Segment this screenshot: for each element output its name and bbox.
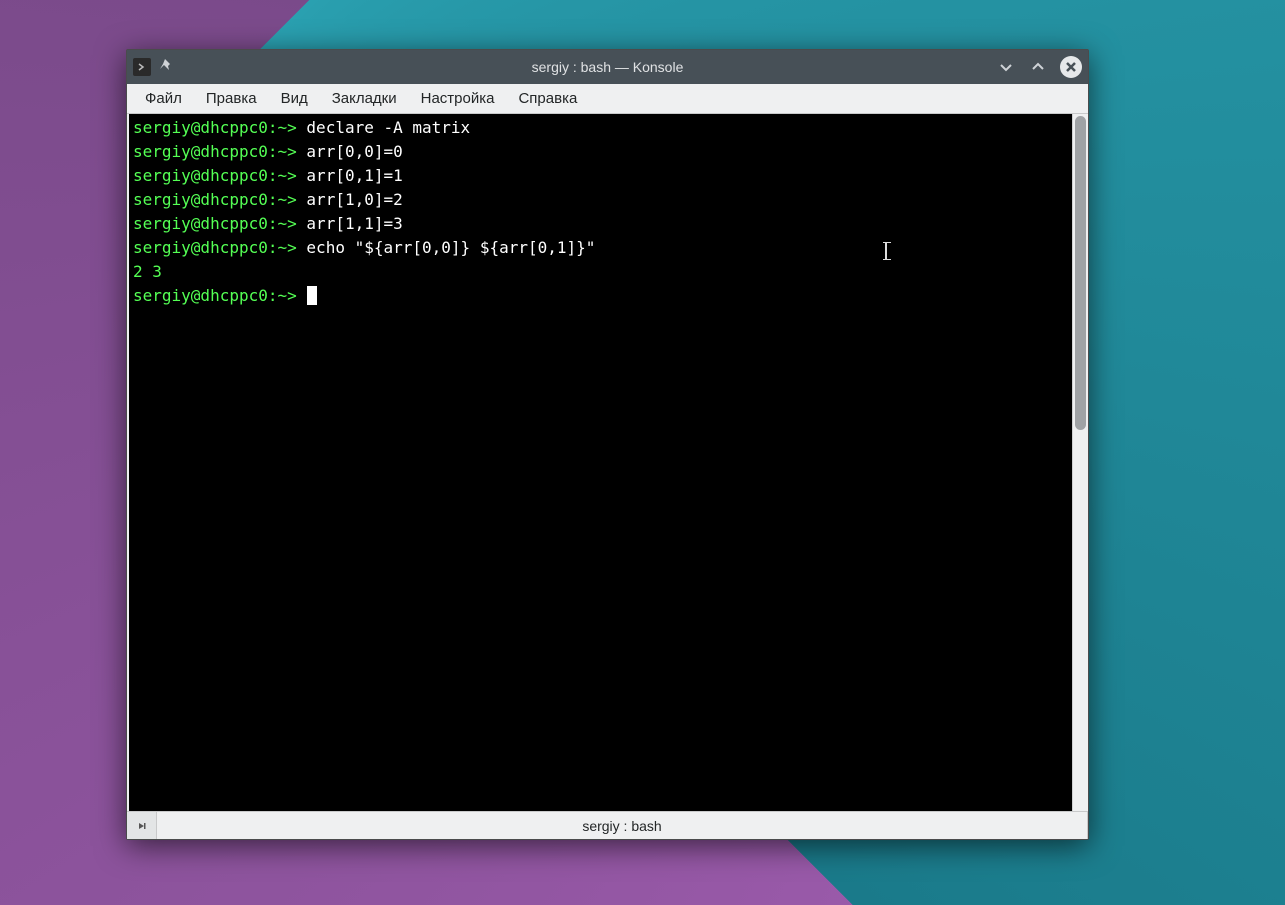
titlebar[interactable]: sergiy : bash — Konsole — [127, 50, 1088, 84]
menu-view[interactable]: Вид — [271, 86, 318, 111]
terminal-output[interactable]: sergiy@dhcppc0:~> declare -A matrixsergi… — [129, 114, 1072, 811]
pin-icon[interactable] — [159, 58, 175, 77]
window-title: sergiy : bash — Konsole — [223, 59, 992, 75]
minimize-button[interactable] — [996, 57, 1016, 77]
menu-bookmarks[interactable]: Закладки — [322, 86, 407, 111]
app-menu-icon[interactable] — [133, 58, 151, 76]
scrollbar[interactable] — [1072, 114, 1088, 811]
desktop-wallpaper: sergiy : bash — Konsole Файл Правка Вид … — [0, 0, 1285, 905]
new-tab-button[interactable] — [127, 812, 157, 839]
maximize-button[interactable] — [1028, 57, 1048, 77]
menu-help[interactable]: Справка — [508, 86, 587, 111]
close-button[interactable] — [1060, 56, 1082, 78]
menu-settings[interactable]: Настройка — [411, 86, 505, 111]
konsole-window: sergiy : bash — Konsole Файл Правка Вид … — [126, 49, 1089, 840]
menu-file[interactable]: Файл — [135, 86, 192, 111]
menu-edit[interactable]: Правка — [196, 86, 267, 111]
text-cursor-icon — [885, 242, 887, 260]
tab-active[interactable]: sergiy : bash — [157, 812, 1088, 839]
tab-label: sergiy : bash — [582, 818, 661, 834]
tab-bar: sergiy : bash — [127, 811, 1088, 839]
scroll-thumb[interactable] — [1075, 116, 1086, 430]
menubar: Файл Правка Вид Закладки Настройка Справ… — [127, 84, 1088, 114]
